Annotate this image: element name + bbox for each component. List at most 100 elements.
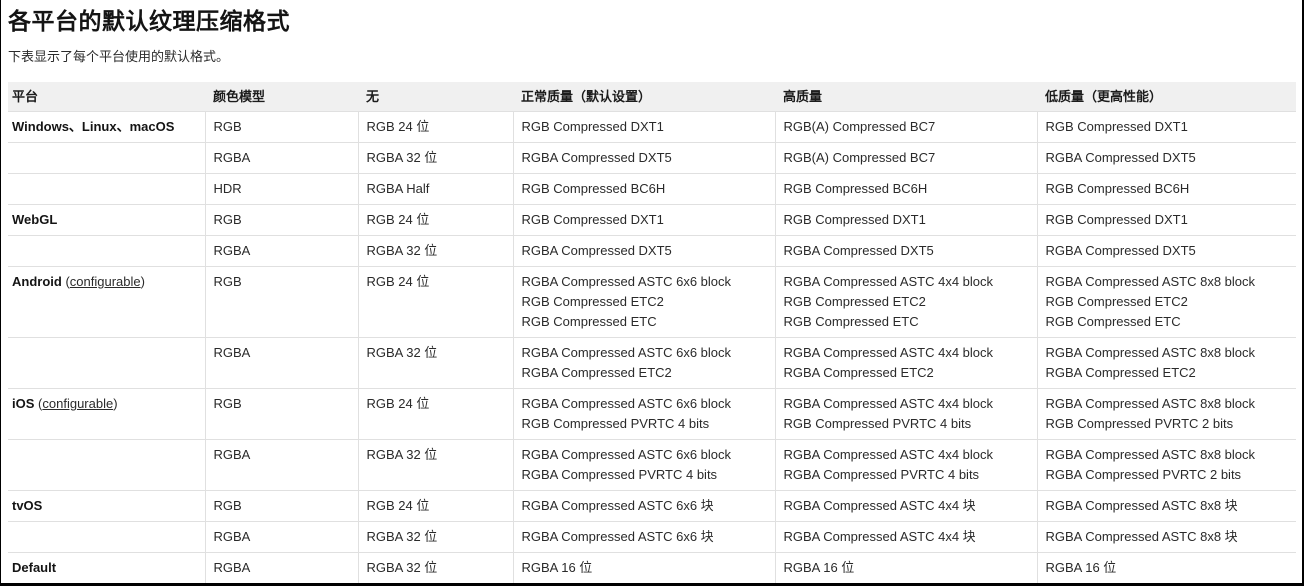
cell-none: RGBA 32 位: [358, 235, 514, 267]
cell-color-model: RGBA: [205, 552, 359, 583]
cell-color-model: RGBA: [205, 439, 359, 491]
cell-low-quality: RGBA 16 位: [1037, 552, 1296, 583]
platform-name: tvOS: [12, 498, 43, 513]
cell-color-model: RGBA: [205, 235, 359, 267]
table-row: RGBA RGBA 32 位 RGBA Compressed ASTC 6x6 …: [8, 439, 1296, 491]
table-row: tvOS RGB RGB 24 位 RGBA Compressed ASTC 6…: [8, 490, 1296, 522]
cell-platform: Windows、Linux、macOS: [8, 111, 206, 143]
cell-normal-quality: RGBA Compressed ASTC 6x6 块: [513, 521, 776, 553]
cell-color-model: RGBA: [205, 142, 359, 174]
page-intro: 下表显示了每个平台使用的默认格式。: [8, 49, 230, 64]
cell-normal-quality: RGBA 16 位: [513, 552, 776, 583]
cell-normal-quality: RGBA Compressed ASTC 6x6 块: [513, 490, 776, 522]
table-row: RGBA RGBA 32 位 RGBA Compressed ASTC 6x6 …: [8, 521, 1296, 553]
cell-platform: tvOS: [8, 490, 206, 522]
cell-platform: [8, 173, 206, 205]
col-header-low-quality: 低质量（更高性能）: [1037, 82, 1296, 112]
configurable-link[interactable]: configurable: [70, 274, 141, 289]
cell-low-quality: RGB Compressed DXT1: [1037, 204, 1296, 236]
table-row: WebGL RGB RGB 24 位 RGB Compressed DXT1 R…: [8, 204, 1296, 236]
cell-low-quality: RGBA Compressed ASTC 8x8 block RGB Compr…: [1037, 388, 1296, 440]
cell-high-quality: RGBA Compressed ASTC 4x4 block RGB Compr…: [775, 266, 1038, 338]
cell-color-model: RGB: [205, 266, 359, 338]
cell-color-model: HDR: [205, 173, 359, 205]
col-header-normal-quality: 正常质量（默认设置）: [513, 82, 775, 112]
cell-none: RGBA 32 位: [358, 439, 514, 491]
cell-high-quality: RGB(A) Compressed BC7: [775, 111, 1038, 143]
cell-low-quality: RGBA Compressed DXT5: [1037, 142, 1296, 174]
paren-close: ): [140, 274, 145, 289]
cell-high-quality: RGBA Compressed ASTC 4x4 块: [775, 490, 1038, 522]
table-header-row: 平台 颜色模型 无 正常质量（默认设置） 高质量 低质量（更高性能）: [8, 82, 1296, 112]
cell-color-model: RGBA: [205, 337, 359, 389]
platform-name: WebGL: [12, 212, 58, 227]
cell-high-quality: RGBA Compressed ASTC 4x4 块: [775, 521, 1038, 553]
table-row: Default RGBA RGBA 32 位 RGBA 16 位 RGBA 16…: [8, 552, 1296, 583]
cell-color-model: RGB: [205, 388, 359, 440]
table-row: HDR RGBA Half RGB Compressed BC6H RGB Co…: [8, 173, 1296, 205]
cell-high-quality: RGBA Compressed ASTC 4x4 block RGBA Comp…: [775, 337, 1038, 389]
cell-platform: [8, 439, 206, 491]
cell-high-quality: RGBA Compressed DXT5: [775, 235, 1038, 267]
cell-low-quality: RGBA Compressed DXT5: [1037, 235, 1296, 267]
cell-color-model: RGBA: [205, 521, 359, 553]
paren-close: ): [113, 396, 118, 411]
cell-low-quality: RGBA Compressed ASTC 8x8 块: [1037, 521, 1296, 553]
cell-platform: WebGL: [8, 204, 206, 236]
cell-none: RGB 24 位: [358, 490, 514, 522]
cell-high-quality: RGBA 16 位: [775, 552, 1038, 583]
cell-color-model: RGB: [205, 111, 359, 143]
configurable-link[interactable]: configurable: [42, 396, 113, 411]
cell-low-quality: RGBA Compressed ASTC 8x8 block RGB Compr…: [1037, 266, 1296, 338]
cell-none: RGBA 32 位: [358, 337, 514, 389]
cell-color-model: RGB: [205, 204, 359, 236]
table-row: RGBA RGBA 32 位 RGBA Compressed DXT5 RGBA…: [8, 235, 1296, 267]
cell-platform: iOS (configurable): [8, 388, 206, 440]
table-row: RGBA RGBA 32 位 RGBA Compressed ASTC 6x6 …: [8, 337, 1296, 389]
cell-low-quality: RGBA Compressed ASTC 8x8 block RGBA Comp…: [1037, 439, 1296, 491]
platform-name: iOS: [12, 396, 35, 411]
docs-page: 各平台的默认纹理压缩格式 下表显示了每个平台使用的默认格式。 平台 颜色模型 无…: [0, 0, 1304, 586]
cell-none: RGB 24 位: [358, 111, 514, 143]
col-header-none: 无: [358, 82, 513, 112]
cell-none: RGB 24 位: [358, 388, 514, 440]
cell-low-quality: RGBA Compressed ASTC 8x8 块: [1037, 490, 1296, 522]
cell-normal-quality: RGBA Compressed ASTC 6x6 block RGBA Comp…: [513, 337, 776, 389]
page-title: 各平台的默认纹理压缩格式: [8, 8, 290, 34]
cell-high-quality: RGBA Compressed ASTC 4x4 block RGBA Comp…: [775, 439, 1038, 491]
cell-normal-quality: RGBA Compressed DXT5: [513, 235, 776, 267]
cell-low-quality: RGBA Compressed ASTC 8x8 block RGBA Comp…: [1037, 337, 1296, 389]
cell-normal-quality: RGBA Compressed DXT5: [513, 142, 776, 174]
table-row: Windows、Linux、macOS RGB RGB 24 位 RGB Com…: [8, 111, 1296, 143]
cell-platform: [8, 521, 206, 553]
cell-none: RGBA 32 位: [358, 521, 514, 553]
cell-none: RGB 24 位: [358, 266, 514, 338]
table-row: iOS (configurable) RGB RGB 24 位 RGBA Com…: [8, 388, 1296, 440]
cell-normal-quality: RGBA Compressed ASTC 6x6 block RGBA Comp…: [513, 439, 776, 491]
cell-none: RGBA 32 位: [358, 552, 514, 583]
platform-name: Default: [12, 560, 57, 575]
col-header-color-model: 颜色模型: [205, 82, 358, 112]
cell-high-quality: RGB Compressed BC6H: [775, 173, 1038, 205]
platform-name: Android: [12, 274, 62, 289]
cell-platform: [8, 337, 206, 389]
cell-high-quality: RGB Compressed DXT1: [775, 204, 1038, 236]
cell-high-quality: RGBA Compressed ASTC 4x4 block RGB Compr…: [775, 388, 1038, 440]
cell-normal-quality: RGB Compressed BC6H: [513, 173, 776, 205]
cell-color-model: RGB: [205, 490, 359, 522]
table-row: Android (configurable) RGB RGB 24 位 RGBA…: [8, 266, 1296, 338]
cell-none: RGBA 32 位: [358, 142, 514, 174]
col-header-high-quality: 高质量: [775, 82, 1037, 112]
cell-platform: Default: [8, 552, 206, 583]
cell-low-quality: RGB Compressed BC6H: [1037, 173, 1296, 205]
col-header-platform: 平台: [8, 82, 205, 112]
cell-low-quality: RGB Compressed DXT1: [1037, 111, 1296, 143]
cell-normal-quality: RGBA Compressed ASTC 6x6 block RGB Compr…: [513, 266, 776, 338]
cell-none: RGB 24 位: [358, 204, 514, 236]
cell-normal-quality: RGBA Compressed ASTC 6x6 block RGB Compr…: [513, 388, 776, 440]
cell-normal-quality: RGB Compressed DXT1: [513, 111, 776, 143]
cell-platform: Android (configurable): [8, 266, 206, 338]
platform-name: Windows、Linux、macOS: [12, 119, 175, 134]
cell-platform: [8, 142, 206, 174]
cell-none: RGBA Half: [358, 173, 514, 205]
